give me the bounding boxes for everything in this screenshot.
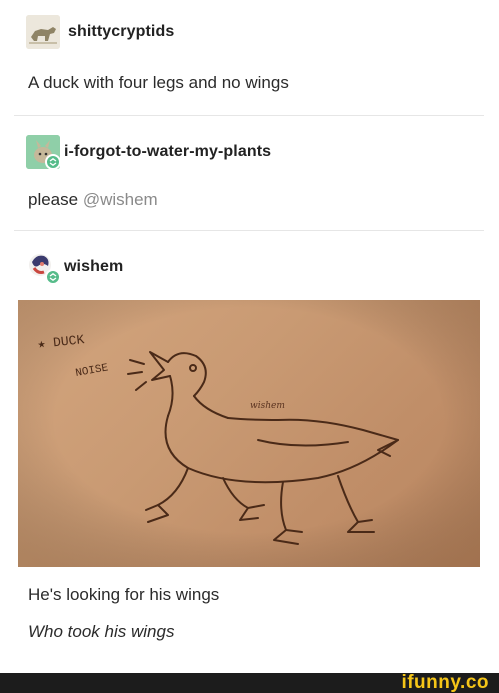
caption-1: He's looking for his wings <box>28 585 220 604</box>
shittycryptids-avatar[interactable] <box>26 15 60 49</box>
caption-2: Who took his wings <box>28 622 175 641</box>
cryptid-avatar-icon <box>26 15 60 49</box>
post-2-text-prefix: please <box>28 190 83 209</box>
divider-1 <box>14 115 484 116</box>
footer-bar: ifunny.co <box>0 673 499 693</box>
four-legged-duck-drawing: ★ DUCK NOISE wishem <box>18 300 480 567</box>
duck-sketch-photo: ★ DUCK NOISE wishem <box>18 300 480 567</box>
sketch-signature: wishem <box>250 401 285 411</box>
reblog-badge-icon <box>45 269 61 285</box>
post-3-header: wishem <box>26 250 123 285</box>
reblog-badge-icon <box>45 154 61 170</box>
post-2-username[interactable]: i-forgot-to-water-my-plants <box>64 143 271 161</box>
post-1-header: shittycryptids <box>26 15 174 49</box>
post-1-username[interactable]: shittycryptids <box>68 23 174 41</box>
wishem-avatar[interactable] <box>26 250 61 285</box>
divider-2 <box>14 230 484 231</box>
post-1-text: A duck with four legs and no wings <box>28 73 289 92</box>
mention-link[interactable]: @wishem <box>83 190 158 209</box>
i-forgot-to-water-my-plants-avatar[interactable] <box>26 135 61 170</box>
post-3-username[interactable]: wishem <box>64 258 123 276</box>
ifunny-watermark: ifunny.co <box>401 672 489 693</box>
post-2-header: i-forgot-to-water-my-plants <box>26 135 271 170</box>
post-2-text: please @wishem <box>28 190 158 210</box>
